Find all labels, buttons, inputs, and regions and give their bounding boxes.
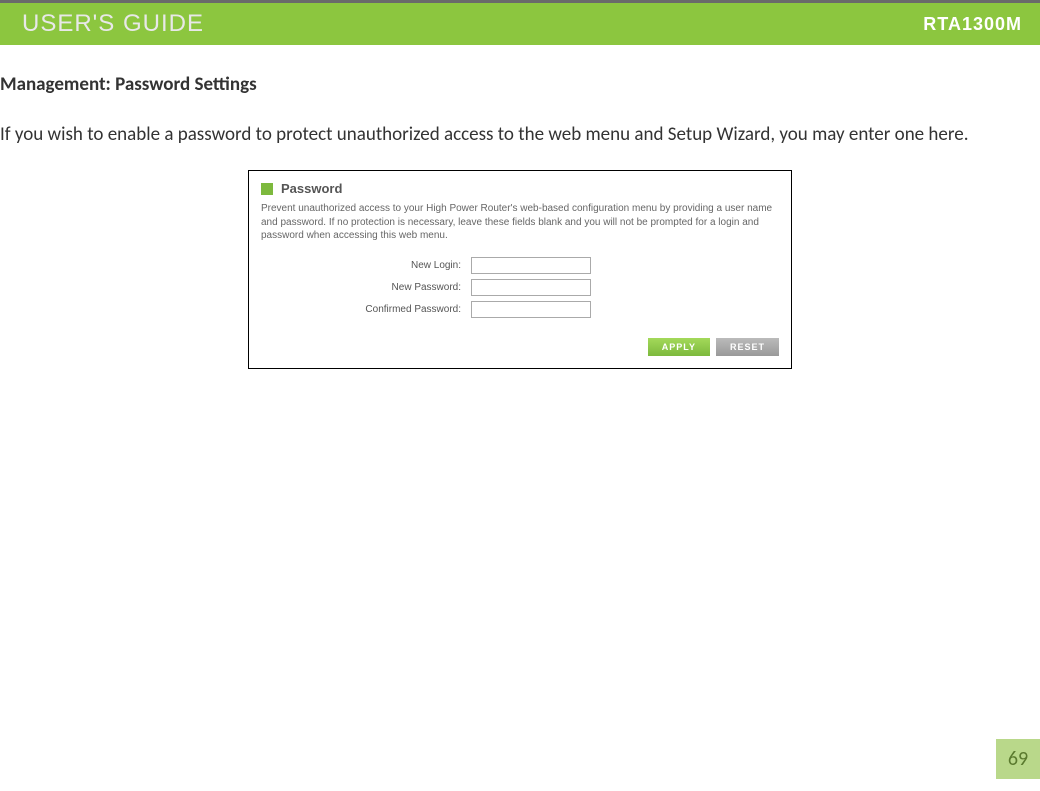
panel-wrapper: Password Prevent unauthorized access to … <box>0 170 1040 369</box>
new-password-label: New Password: <box>261 282 471 293</box>
panel-square-icon <box>261 183 273 195</box>
form-row-new-login: New Login: <box>261 257 779 274</box>
page-number-box: 69 <box>996 739 1040 779</box>
confirmed-password-label: Confirmed Password: <box>261 304 471 315</box>
panel-title: Password <box>281 181 342 196</box>
product-model: RTA1300M <box>923 14 1022 35</box>
confirmed-password-input[interactable] <box>471 301 591 318</box>
panel-description: Prevent unauthorized access to your High… <box>261 202 779 243</box>
page-number: 69 <box>1008 747 1028 771</box>
section-description: If you wish to enable a password to prot… <box>0 120 1040 150</box>
apply-button[interactable]: APPLY <box>648 338 710 356</box>
content-area: Management: Password Settings If you wis… <box>0 45 1040 369</box>
new-password-input[interactable] <box>471 279 591 296</box>
button-row: APPLY RESET <box>261 338 779 356</box>
panel-header: Password <box>261 181 779 196</box>
form-row-new-password: New Password: <box>261 279 779 296</box>
section-heading: Management: Password Settings <box>0 73 1040 96</box>
header-left: USER'S GUIDE <box>22 10 204 38</box>
new-login-label: New Login: <box>261 260 471 271</box>
doc-title: USER'S GUIDE <box>22 10 204 38</box>
new-login-input[interactable] <box>471 257 591 274</box>
reset-button[interactable]: RESET <box>716 338 779 356</box>
header-bar: USER'S GUIDE RTA1300M <box>0 0 1040 45</box>
password-panel: Password Prevent unauthorized access to … <box>248 170 792 369</box>
form-row-confirmed-password: Confirmed Password: <box>261 301 779 318</box>
